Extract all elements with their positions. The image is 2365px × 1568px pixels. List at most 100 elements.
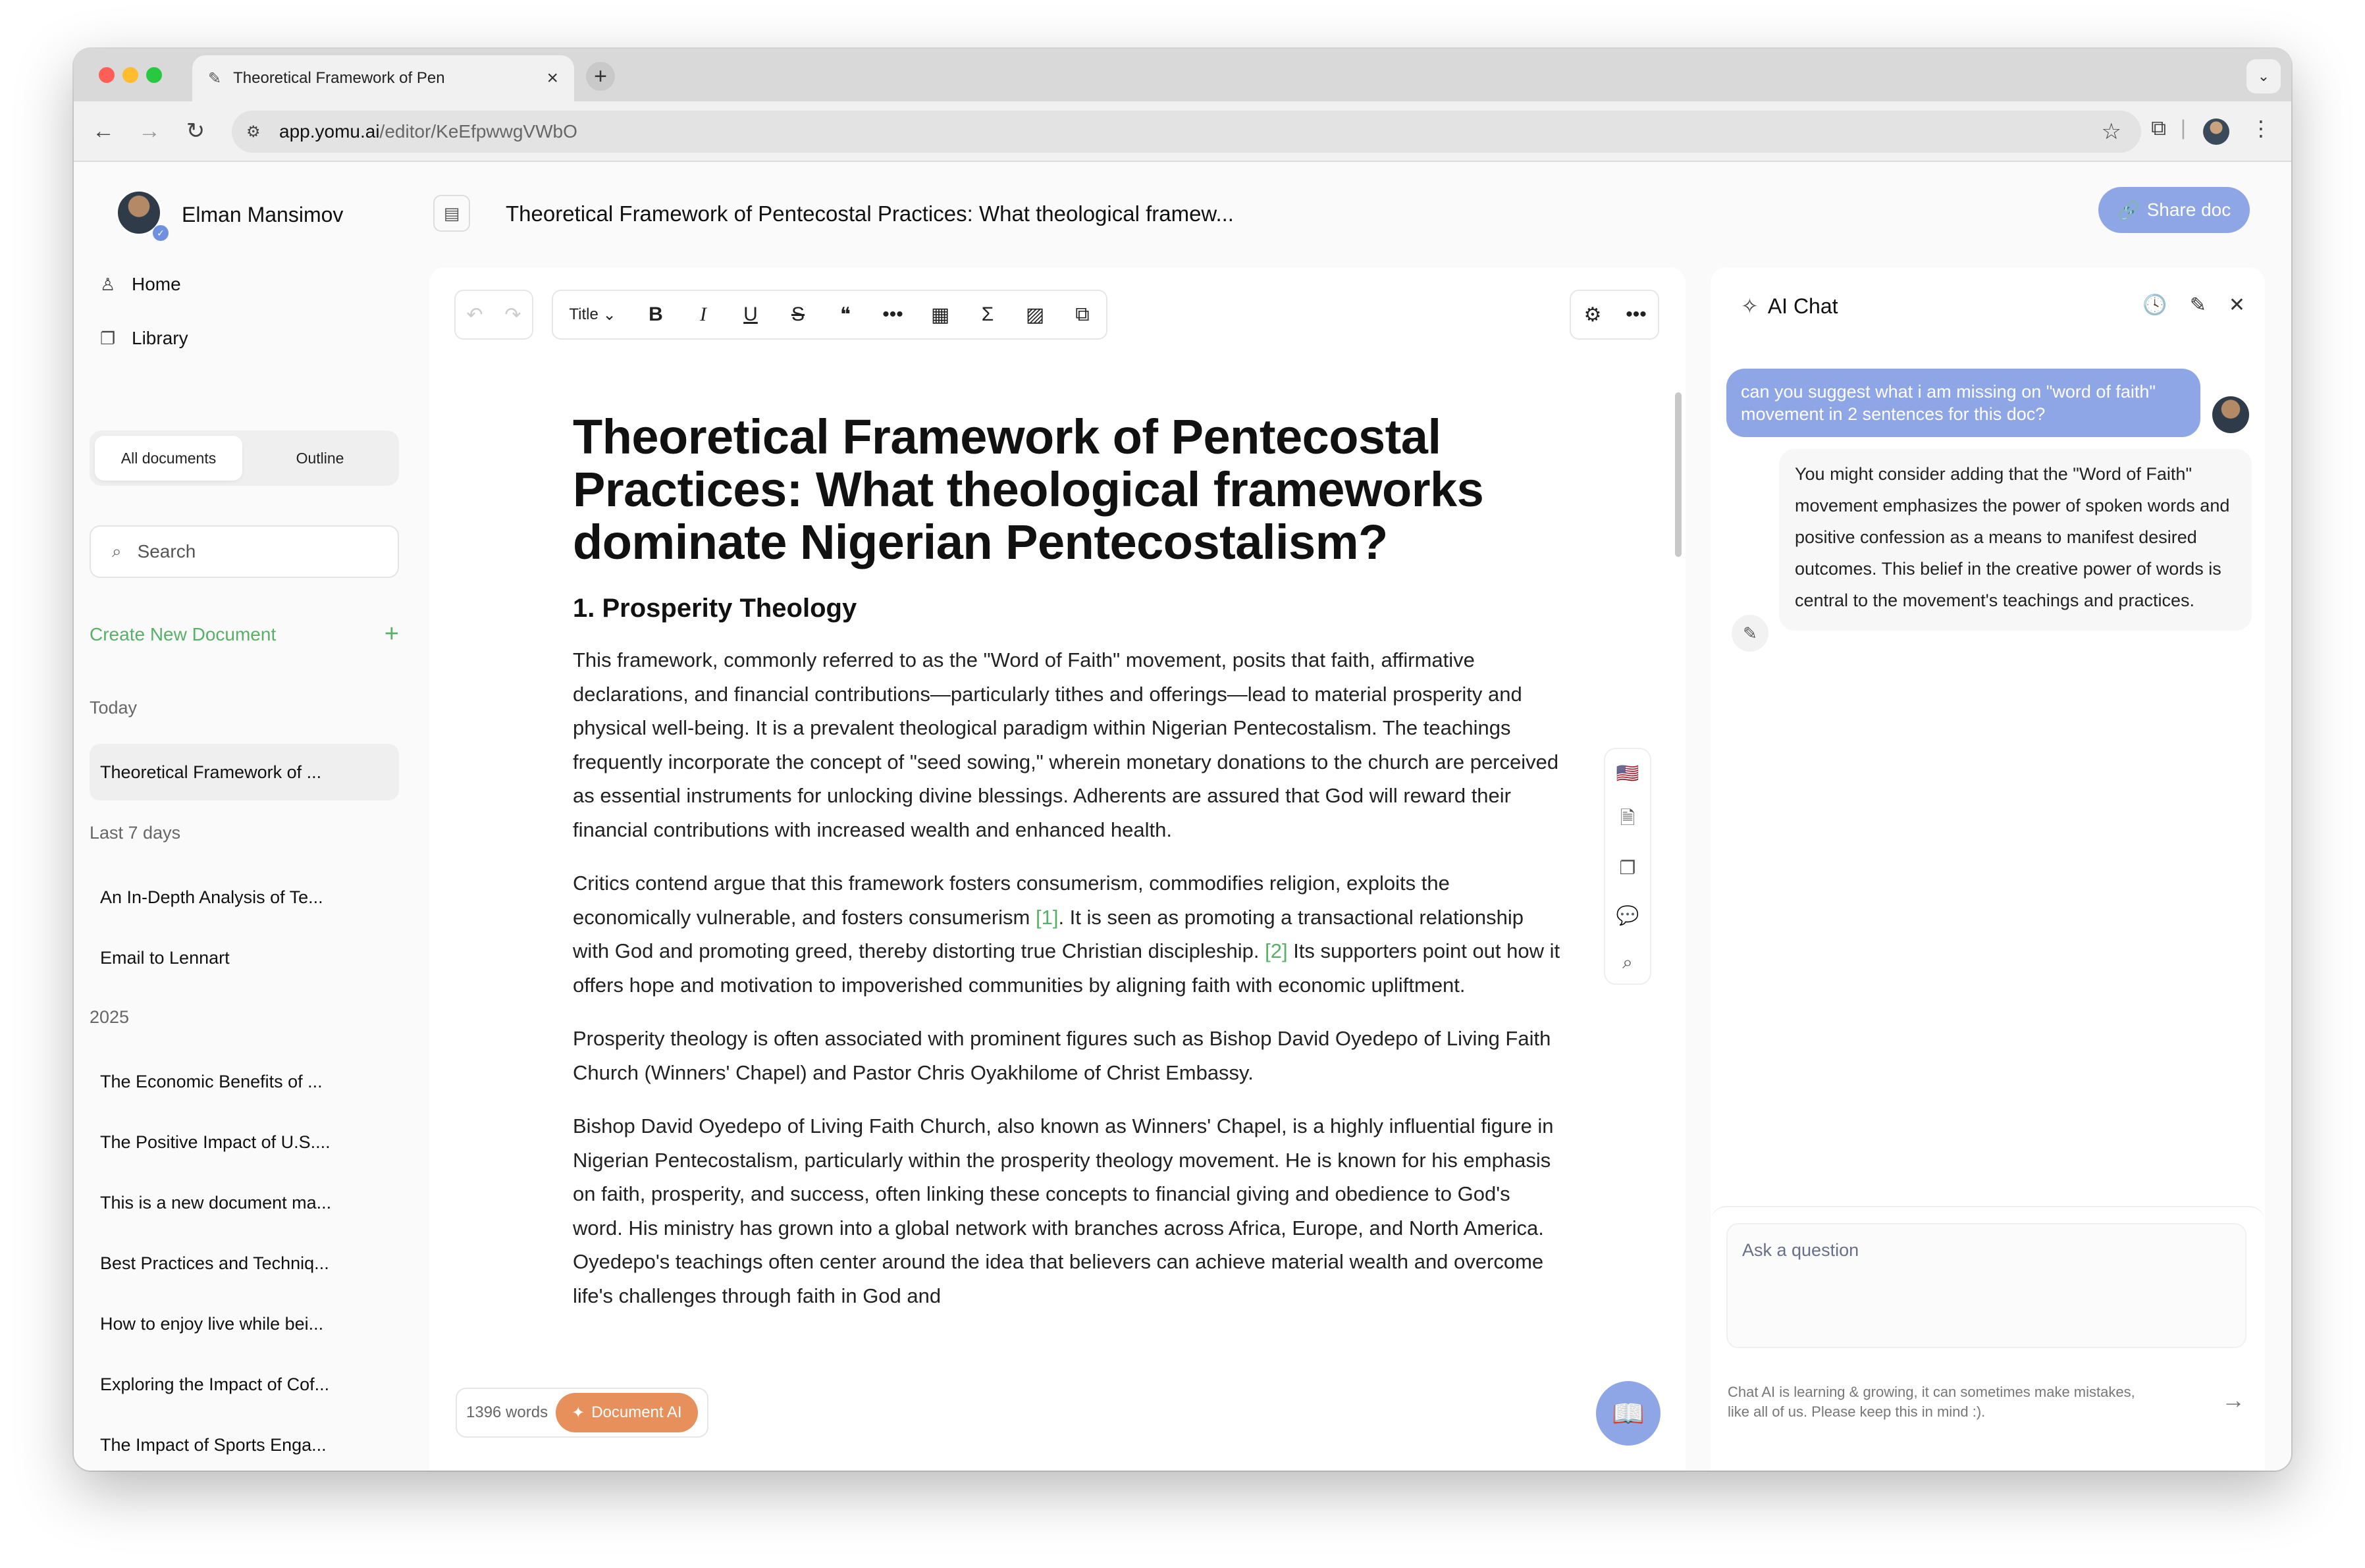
list-item[interactable]: Exploring the Impact of Cof... [90, 1356, 399, 1413]
site-settings-icon[interactable]: ⚙ [246, 122, 273, 142]
sidebar-item-library[interactable]: ❐ Library [100, 328, 188, 349]
list-item[interactable]: The Impact of Sports Enga... [90, 1417, 399, 1471]
user-name: Elman Mansimov [182, 203, 344, 226]
list-item[interactable]: The Economic Benefits of ... [90, 1053, 399, 1110]
copy-icon[interactable]: ⧉ [1059, 290, 1106, 340]
list-item[interactable]: This is a new document ma... [90, 1174, 399, 1231]
feather-icon: ✎ [1732, 615, 1768, 652]
extensions-icon[interactable]: ⧉ [2151, 116, 2166, 141]
scan-search-icon[interactable]: ⌕ [1605, 939, 1650, 986]
address-bar[interactable]: ⚙ app.yomu.ai/editor/KeEfpwwgVWbO ☆ [232, 111, 2141, 153]
more-options-icon[interactable]: ••• [1614, 290, 1658, 340]
user-icon: ♙ [100, 274, 116, 294]
settings-gear-icon[interactable]: ⚙ [1571, 290, 1614, 340]
back-icon[interactable]: ← [87, 115, 120, 147]
format-toolbar: Title ⌄ B I U S ❝ ••• ▦ Σ ▨ ⧉ [552, 290, 1107, 340]
book-icon[interactable]: 📖 [1596, 1381, 1661, 1446]
scrollbar[interactable] [1675, 392, 1682, 557]
list-item[interactable]: How to enjoy live while bei... [90, 1295, 399, 1352]
bold-icon[interactable]: B [632, 290, 679, 340]
list-item[interactable]: Email to Lennart [90, 929, 399, 986]
document-ai-button[interactable]: ✦ Document AI [556, 1393, 698, 1432]
tab-all-documents[interactable]: All documents [95, 436, 242, 481]
paragraph[interactable]: Critics contend argue that this framewor… [573, 866, 1560, 1002]
sidebar-item-label: Home [132, 274, 181, 294]
section-last-7-days: Last 7 days [90, 823, 181, 843]
toolbar-divider: | [2180, 116, 2186, 140]
strikethrough-icon[interactable]: S [774, 290, 822, 340]
library-icon[interactable]: ❐ [1605, 844, 1650, 891]
chat-header-actions: 🕓 ✎ ✕ [2142, 294, 2245, 317]
close-tab-icon[interactable]: × [546, 67, 558, 90]
create-label: Create New Document [90, 623, 277, 644]
browser-toolbar: ← → ↻ ⚙ app.yomu.ai/editor/KeEfpwwgVWbO … [74, 101, 2291, 162]
settings-toolbar: ⚙ ••• [1570, 290, 1659, 340]
tab-strip: ✎ Theoretical Framework of Pen × + ⌄ [74, 49, 2291, 101]
word-count: 1396 words [466, 1403, 548, 1421]
image-icon[interactable]: ▨ [1011, 290, 1059, 340]
document-body[interactable]: Theoretical Framework of Pentecostal Pra… [573, 411, 1560, 1313]
list-item[interactable]: The Positive Impact of U.S.... [90, 1114, 399, 1170]
list-item[interactable]: Best Practices and Techniq... [90, 1235, 399, 1292]
citation-link[interactable]: [1] [1036, 906, 1058, 929]
forward-icon[interactable]: → [133, 115, 166, 147]
ai-chat-panel: ✧ AI Chat 🕓 ✎ ✕ can you suggest what i a… [1711, 267, 2265, 1471]
sidebar-item-label: Library [132, 328, 188, 348]
reload-icon[interactable]: ↻ [179, 115, 212, 147]
bookmark-star-icon[interactable]: ☆ [2102, 118, 2121, 145]
quote-icon[interactable]: ❝ [822, 290, 869, 340]
paragraph[interactable]: Prosperity theology is often associated … [573, 1022, 1560, 1089]
section-year: 2025 [90, 1007, 130, 1027]
chat-title: AI Chat [1767, 294, 1838, 318]
ai-message: You might consider adding that the "Word… [1779, 449, 2252, 631]
history-clock-icon[interactable]: 🕓 [2142, 294, 2167, 317]
more-icon[interactable]: ••• [869, 290, 917, 340]
document-title[interactable]: Theoretical Framework of Pentecostal Pra… [573, 411, 1560, 569]
close-window-button[interactable] [99, 67, 115, 83]
plus-icon: + [384, 620, 399, 648]
section-heading[interactable]: 1. Prosperity Theology [573, 594, 1560, 623]
table-icon[interactable]: ▦ [917, 290, 964, 340]
sidebar-item-home[interactable]: ♙ Home [100, 274, 181, 295]
chat-question-input[interactable]: Ask a question [1726, 1223, 2246, 1348]
style-select-value: Title [569, 305, 598, 323]
editor-side-tools: 🇺🇸 🗎 ❐ 💬 ⌕ [1604, 748, 1651, 985]
us-flag-icon[interactable]: 🇺🇸 [1605, 749, 1650, 797]
minimize-window-button[interactable] [122, 67, 138, 83]
browser-window: ✎ Theoretical Framework of Pen × + ⌄ ← →… [74, 49, 2291, 1471]
list-item[interactable]: An In-Depth Analysis of Te... [90, 869, 399, 926]
create-new-document-button[interactable]: Create New Document + [90, 620, 399, 648]
formula-icon[interactable]: Σ [964, 290, 1011, 340]
sidebar-toggle-button[interactable]: ▤ [433, 195, 470, 232]
link-icon: 🔗 [2117, 199, 2140, 221]
underline-icon[interactable]: U [727, 290, 774, 340]
tab-search-button[interactable]: ⌄ [2246, 59, 2281, 93]
chat-bubbles-icon[interactable]: 💬 [1605, 891, 1650, 939]
style-select[interactable]: Title ⌄ [553, 290, 632, 340]
page-title: Theoretical Framework of Pentecostal Pra… [506, 201, 1234, 226]
close-icon[interactable]: ✕ [2229, 294, 2245, 317]
paragraph[interactable]: This framework, commonly referred to as … [573, 643, 1560, 847]
redo-icon[interactable]: ↷ [494, 290, 532, 340]
paragraph[interactable]: Bishop David Oyedepo of Living Faith Chu… [573, 1109, 1560, 1313]
document-check-icon[interactable]: 🗎 [1605, 797, 1650, 844]
search-icon: ⌕ [112, 541, 122, 561]
send-arrow-icon[interactable]: → [2221, 1386, 2245, 1414]
undo-icon[interactable]: ↶ [456, 290, 494, 340]
tab-outline[interactable]: Outline [246, 436, 394, 481]
new-chat-edit-icon[interactable]: ✎ [2190, 294, 2206, 317]
search-input[interactable]: ⌕ Search [90, 525, 399, 578]
new-tab-button[interactable]: + [586, 62, 615, 91]
tab-title: Theoretical Framework of Pen [233, 69, 445, 87]
citation-link[interactable]: [2] [1265, 939, 1287, 962]
profile-avatar-icon[interactable] [2203, 118, 2229, 145]
maximize-window-button[interactable] [146, 67, 162, 83]
user-message: can you suggest what i am missing on "wo… [1726, 369, 2200, 437]
italic-icon[interactable]: I [679, 290, 727, 340]
editor-panel: ↶ ↷ Title ⌄ B I U S ❝ ••• ▦ Σ ▨ ⧉ ⚙ ••• [429, 267, 1686, 1471]
browser-menu-icon[interactable]: ⋮ [2250, 116, 2272, 141]
feather-icon: ✎ [208, 69, 222, 88]
list-item[interactable]: Theoretical Framework of ... [90, 744, 399, 800]
share-doc-button[interactable]: 🔗 Share doc [2098, 187, 2250, 233]
browser-tab[interactable]: ✎ Theoretical Framework of Pen × [192, 55, 574, 101]
